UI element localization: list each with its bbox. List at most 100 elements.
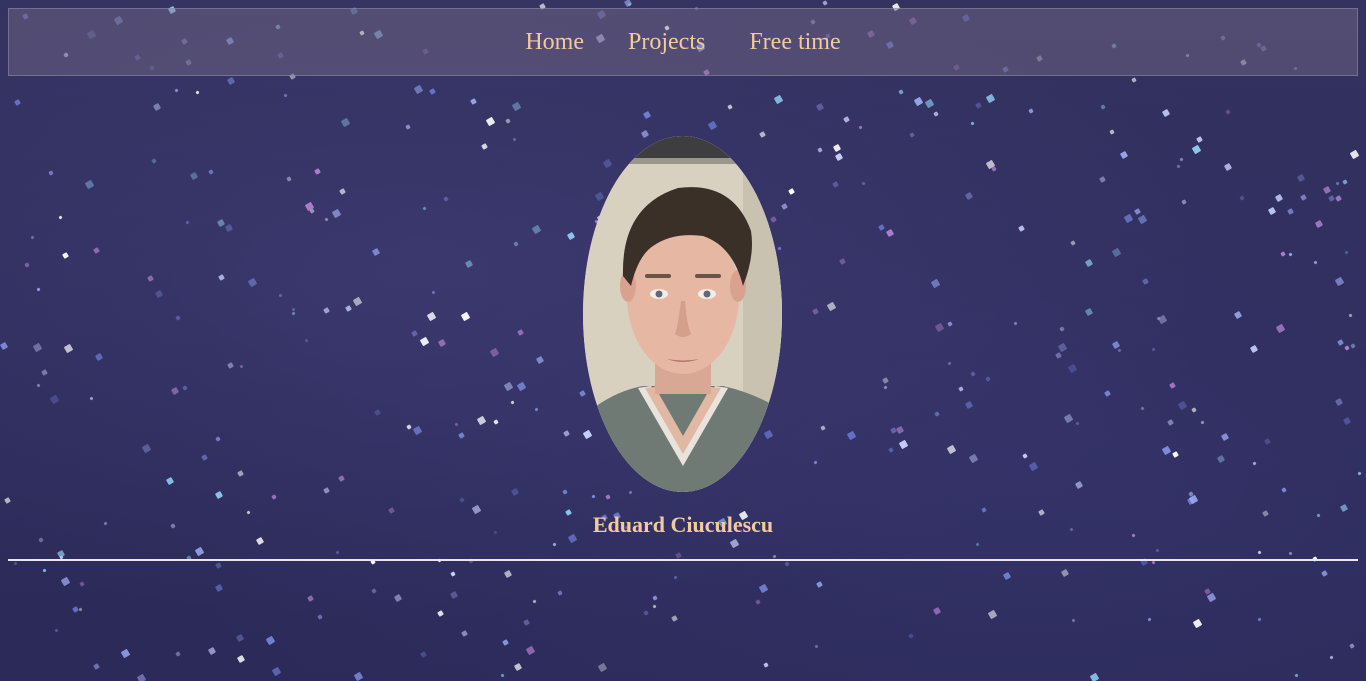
star [1342, 179, 1348, 185]
star [1281, 487, 1287, 493]
star [304, 338, 309, 343]
star [1181, 199, 1187, 205]
star [1060, 568, 1070, 578]
star [461, 630, 468, 637]
star [1274, 193, 1284, 203]
star [958, 386, 964, 392]
star [788, 188, 795, 195]
star [987, 609, 998, 620]
star [1249, 344, 1259, 354]
star [489, 347, 500, 358]
star [411, 330, 418, 337]
star [431, 290, 436, 295]
star [1074, 480, 1084, 490]
star [1344, 345, 1350, 351]
star [283, 93, 288, 98]
star [42, 568, 47, 573]
star [858, 125, 863, 130]
profile-name: Eduard Ciuculescu [592, 512, 774, 537]
star [331, 208, 342, 219]
star [729, 538, 740, 549]
star [1200, 420, 1205, 425]
star [147, 275, 154, 282]
star [552, 542, 557, 547]
star [812, 308, 819, 315]
star [63, 343, 74, 354]
nav-free-time-link[interactable]: Free time [749, 30, 840, 54]
star [755, 599, 761, 605]
star [93, 663, 100, 670]
star [227, 362, 234, 369]
star [1216, 454, 1226, 464]
star [237, 470, 244, 477]
star [338, 475, 345, 482]
star [846, 430, 857, 441]
star [476, 415, 487, 426]
star [60, 576, 71, 587]
star [1348, 313, 1353, 318]
star [1223, 162, 1233, 172]
star [602, 158, 613, 169]
star [1022, 453, 1028, 459]
star [58, 215, 63, 220]
star [531, 224, 542, 235]
star [947, 361, 952, 366]
star [1264, 438, 1271, 445]
star [182, 385, 188, 391]
star [454, 422, 459, 427]
star [1151, 347, 1156, 352]
star [1140, 406, 1145, 411]
star [1233, 310, 1243, 320]
star [185, 220, 190, 225]
star [652, 604, 657, 609]
star [675, 552, 682, 559]
star [208, 169, 214, 175]
star [822, 0, 828, 6]
star [908, 633, 914, 639]
star [339, 188, 346, 195]
star [413, 84, 424, 95]
star [1002, 571, 1012, 581]
star [460, 311, 471, 322]
star [345, 305, 352, 312]
nav-home-link[interactable]: Home [525, 30, 584, 54]
star [335, 550, 340, 555]
star [437, 610, 444, 617]
star [562, 489, 568, 495]
star [1084, 258, 1094, 268]
star [1337, 339, 1344, 346]
star [1192, 618, 1203, 629]
star [30, 235, 35, 240]
star [1267, 206, 1277, 216]
star [226, 76, 236, 86]
star [340, 117, 351, 128]
star [770, 216, 777, 223]
star [605, 494, 611, 500]
star [1134, 208, 1141, 215]
star [1257, 550, 1262, 555]
star [1169, 382, 1176, 389]
star [642, 110, 652, 120]
star [89, 396, 94, 401]
star [1018, 225, 1025, 232]
star [1257, 617, 1262, 622]
star [278, 293, 283, 298]
star [843, 116, 850, 123]
star [458, 432, 465, 439]
star [1161, 108, 1171, 118]
star [557, 590, 563, 596]
star [1013, 321, 1018, 326]
star [1300, 194, 1307, 201]
star [1294, 673, 1299, 678]
star [1070, 240, 1076, 246]
star [78, 607, 83, 612]
star [1123, 213, 1134, 224]
star [883, 385, 888, 390]
star [443, 196, 449, 202]
star [534, 407, 539, 412]
star [175, 651, 181, 657]
star [503, 569, 513, 579]
star [14, 99, 21, 106]
star [1028, 108, 1034, 114]
nav-projects-link[interactable]: Projects [628, 30, 705, 54]
